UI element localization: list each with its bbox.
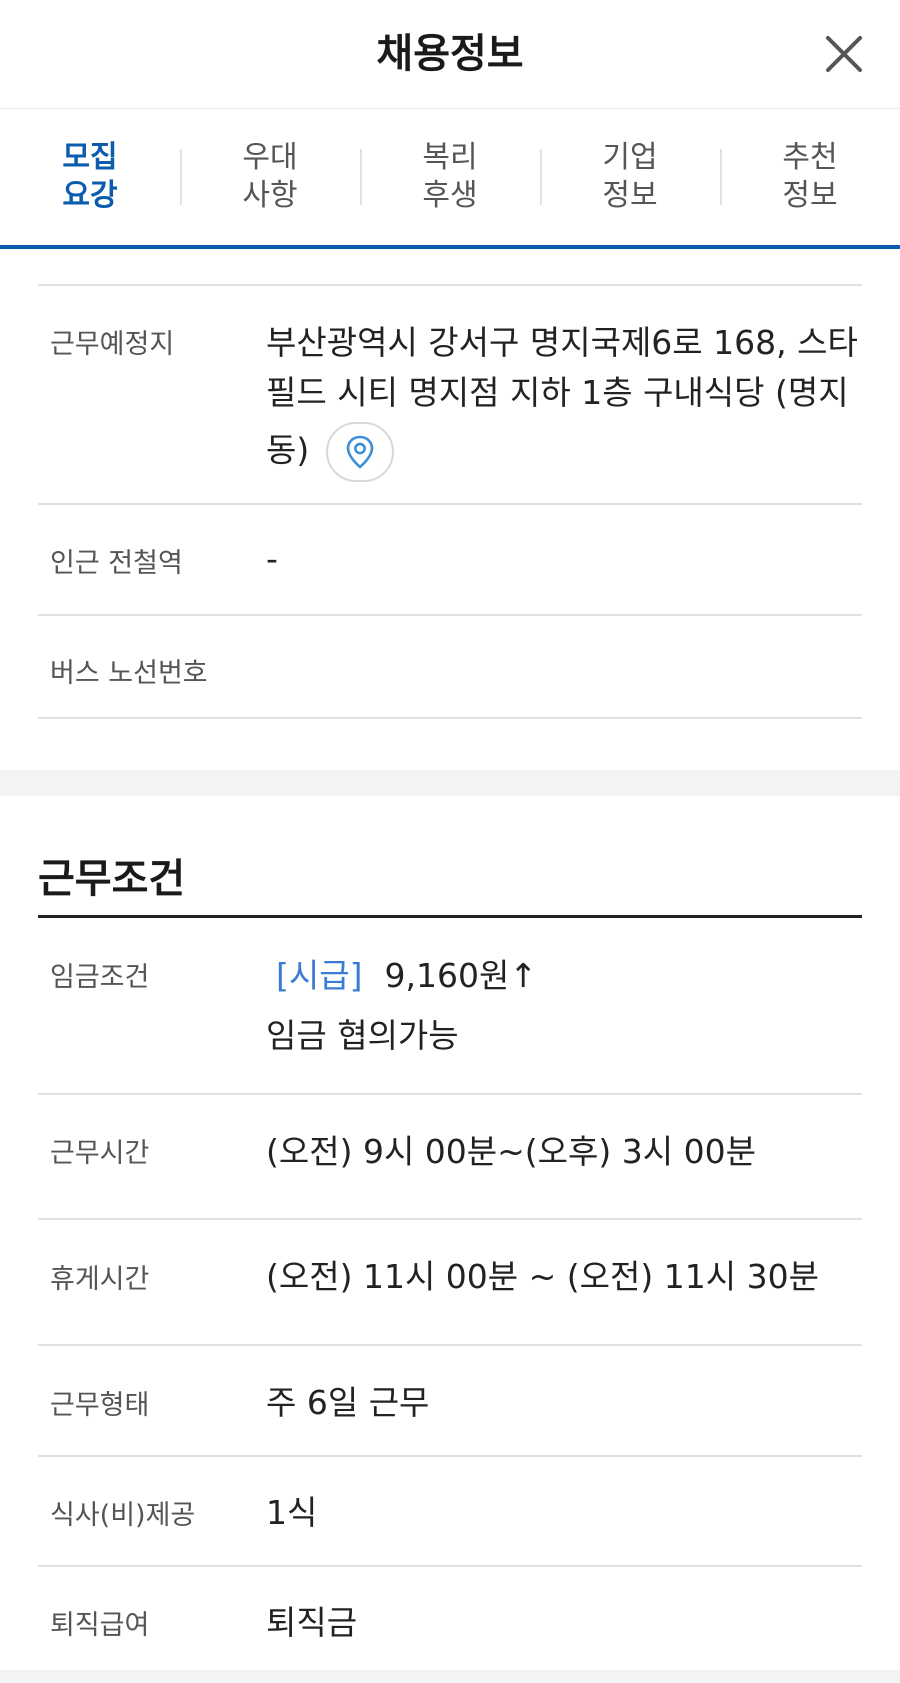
- tab-label-line1: 복리: [422, 140, 478, 175]
- subway-label: 인근 전철역: [50, 548, 183, 579]
- row-divider: [38, 1565, 862, 1567]
- page-title: 채용정보: [376, 31, 524, 77]
- tab-company-info[interactable]: 기업 정보: [540, 109, 720, 245]
- close-button[interactable]: [824, 34, 864, 74]
- tab-preferences[interactable]: 우대 사항: [180, 109, 360, 245]
- bus-label: 버스 노선번호: [50, 658, 208, 689]
- row-divider: [38, 503, 862, 505]
- work-place-label: 근무예정지: [50, 329, 175, 360]
- app-header: 채용정보: [0, 0, 900, 109]
- work-place-line: 필드 시티 명지점 지하 1층 구내식당 (명지: [266, 373, 849, 412]
- row-divider: [38, 1093, 862, 1095]
- meal-value: 1식: [266, 1493, 318, 1532]
- row-divider: [38, 1344, 862, 1346]
- tab-label-line1: 모집: [62, 140, 118, 175]
- work-place-line: 부산광역시 강서구 명지국제6로 168, 스타: [266, 323, 858, 362]
- wage-amount: 9,160원↑: [384, 956, 537, 995]
- break-label: 휴게시간: [50, 1264, 150, 1295]
- map-pin-icon: [346, 435, 374, 469]
- tab-label-line2: 사항: [242, 178, 298, 213]
- tab-label-line2: 후생: [422, 178, 478, 213]
- type-value: 주 6일 근무: [266, 1383, 430, 1422]
- row-divider: [38, 717, 862, 719]
- tab-label-line2: 정보: [602, 178, 658, 213]
- wage-type-tag: [시급]: [276, 956, 363, 995]
- row-divider: [38, 614, 862, 616]
- work-place-value: 부산광역시 강서구 명지국제6로 168, 스타 필드 시티 명지점 지하 1층…: [266, 318, 858, 482]
- tab-bar: 모집 요강 우대 사항 복리 후생 기업 정보 추천 정보: [0, 109, 900, 249]
- severance-value: 퇴직금: [266, 1603, 358, 1642]
- meal-label: 식사(비)제공: [50, 1500, 196, 1531]
- wage-line: [시급] 9,160원↑: [266, 951, 537, 1001]
- tab-label-line1: 추천: [782, 140, 838, 175]
- section-title: 근무조건: [38, 856, 186, 902]
- type-label: 근무형태: [50, 1390, 150, 1421]
- subway-value: -: [266, 539, 278, 578]
- hours-label: 근무시간: [50, 1138, 150, 1169]
- close-icon[interactable]: [824, 34, 864, 74]
- severance-label: 퇴직급여: [50, 1610, 150, 1641]
- map-button[interactable]: [325, 422, 394, 482]
- row-divider: [38, 1218, 862, 1220]
- bottom-band: [0, 1670, 900, 1683]
- wage-label: 임금조건: [50, 962, 150, 993]
- wage-note: 임금 협의가능: [266, 1016, 459, 1055]
- tab-recommendations[interactable]: 추천 정보: [720, 109, 900, 245]
- row-divider: [38, 284, 862, 286]
- tab-benefits[interactable]: 복리 후생: [360, 109, 540, 245]
- hours-value: (오전) 9시 00분~(오후) 3시 00분: [266, 1132, 756, 1171]
- section-separator: [0, 770, 900, 796]
- tab-label-line2: 정보: [782, 178, 838, 213]
- section-rule: [38, 915, 862, 918]
- tab-label-line1: 기업: [602, 140, 658, 175]
- tab-recruitment[interactable]: 모집 요강: [0, 109, 180, 245]
- work-place-line-last: 동): [266, 422, 858, 482]
- break-value: (오전) 11시 00분 ~ (오전) 11시 30분: [266, 1257, 819, 1296]
- row-divider: [38, 1455, 862, 1457]
- work-place-line: 동): [266, 430, 310, 470]
- wage-value: [시급] 9,160원↑ 임금 협의가능: [266, 951, 537, 1061]
- tab-label-line2: 요강: [62, 178, 118, 213]
- tab-label-line1: 우대: [242, 140, 298, 175]
